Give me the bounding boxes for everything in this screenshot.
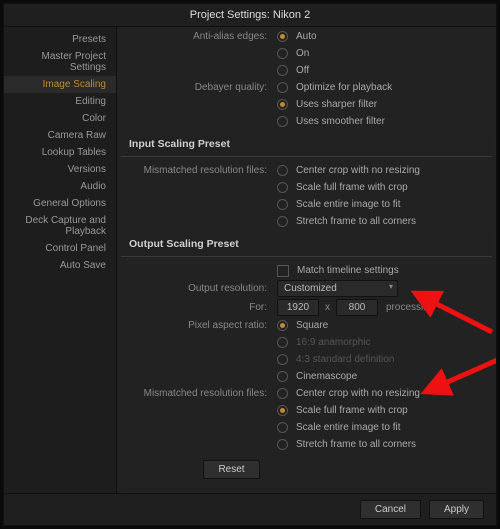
input-mismatch-option[interactable]: Center crop with no resizing bbox=[296, 165, 420, 176]
main-panel: Anti-alias edges: Auto On Off Debayer qu… bbox=[117, 27, 496, 493]
debayer-option[interactable]: Uses sharper filter bbox=[296, 99, 377, 110]
sidebar-item[interactable]: Lookup Tables bbox=[4, 144, 116, 161]
par-radio-3[interactable] bbox=[277, 371, 288, 382]
x-sep: x bbox=[323, 302, 332, 313]
output-mismatch-option[interactable]: Stretch frame to all corners bbox=[296, 439, 416, 450]
sidebar-item[interactable]: Color bbox=[4, 110, 116, 127]
par-radio-1 bbox=[277, 337, 288, 348]
for-label: For: bbox=[117, 302, 277, 313]
sidebar-item[interactable]: General Options bbox=[4, 195, 116, 212]
dialog-title: Project Settings: Nikon 2 bbox=[4, 4, 496, 27]
antialias-option[interactable]: On bbox=[296, 48, 309, 59]
input-mismatch-radio-0[interactable] bbox=[277, 165, 288, 176]
antialias-radio-auto[interactable] bbox=[277, 31, 288, 42]
debayer-radio-1[interactable] bbox=[277, 99, 288, 110]
proxy-scaling-heading: Proxy Image Scaling bbox=[121, 488, 492, 493]
output-mismatch-option[interactable]: Scale full frame with crop bbox=[296, 405, 408, 416]
input-mismatch-option[interactable]: Scale entire image to fit bbox=[296, 199, 401, 210]
output-mismatch-option[interactable]: Center crop with no resizing bbox=[296, 388, 420, 399]
output-mismatch-label: Mismatched resolution files: bbox=[117, 388, 277, 399]
debayer-option[interactable]: Uses smoother filter bbox=[296, 116, 385, 127]
input-mismatch-radio-1[interactable] bbox=[277, 182, 288, 193]
antialias-option[interactable]: Off bbox=[296, 65, 309, 76]
antialias-radio-off[interactable] bbox=[277, 65, 288, 76]
input-mismatch-option[interactable]: Stretch frame to all corners bbox=[296, 216, 416, 227]
antialias-option[interactable]: Auto bbox=[296, 31, 317, 42]
apply-button[interactable]: Apply bbox=[429, 500, 484, 519]
match-timeline-checkbox[interactable] bbox=[277, 265, 289, 277]
output-res-dropdown[interactable]: Customized bbox=[277, 280, 398, 297]
input-mismatch-label: Mismatched resolution files: bbox=[117, 165, 277, 176]
par-option: 16:9 anamorphic bbox=[296, 337, 371, 348]
sidebar-item[interactable]: Auto Save bbox=[4, 257, 116, 274]
input-scaling-heading: Input Scaling Preset bbox=[121, 132, 492, 157]
par-option: 4:3 standard definition bbox=[296, 354, 394, 365]
par-radio-0[interactable] bbox=[277, 320, 288, 331]
match-timeline-label[interactable]: Match timeline settings bbox=[297, 265, 399, 276]
for-height-input[interactable]: 800 bbox=[336, 299, 378, 316]
debayer-label: Debayer quality: bbox=[117, 82, 277, 93]
output-mismatch-radio-2[interactable] bbox=[277, 422, 288, 433]
antialias-label: Anti-alias edges: bbox=[117, 31, 277, 42]
sidebar-item[interactable]: Camera Raw bbox=[4, 127, 116, 144]
sidebar-item[interactable]: Deck Capture and Playback bbox=[4, 212, 116, 240]
output-mismatch-radio-1[interactable] bbox=[277, 405, 288, 416]
sidebar-item[interactable]: Control Panel bbox=[4, 240, 116, 257]
input-mismatch-option[interactable]: Scale full frame with crop bbox=[296, 182, 408, 193]
output-scaling-heading: Output Scaling Preset bbox=[121, 232, 492, 257]
par-option[interactable]: Cinemascope bbox=[296, 371, 357, 382]
debayer-option[interactable]: Optimize for playback bbox=[296, 82, 392, 93]
par-label: Pixel aspect ratio: bbox=[117, 320, 277, 331]
sidebar: PresetsMaster Project SettingsImage Scal… bbox=[4, 27, 117, 493]
sidebar-item[interactable]: Editing bbox=[4, 93, 116, 110]
input-mismatch-radio-3[interactable] bbox=[277, 216, 288, 227]
sidebar-item[interactable]: Presets bbox=[4, 31, 116, 48]
antialias-radio-on[interactable] bbox=[277, 48, 288, 59]
for-width-input[interactable]: 1920 bbox=[277, 299, 319, 316]
debayer-radio-0[interactable] bbox=[277, 82, 288, 93]
cancel-button[interactable]: Cancel bbox=[360, 500, 421, 519]
output-mismatch-radio-3[interactable] bbox=[277, 439, 288, 450]
for-suffix: processing bbox=[382, 302, 434, 313]
input-mismatch-radio-2[interactable] bbox=[277, 199, 288, 210]
par-radio-2 bbox=[277, 354, 288, 365]
sidebar-item[interactable]: Master Project Settings bbox=[4, 48, 116, 76]
output-mismatch-radio-0[interactable] bbox=[277, 388, 288, 399]
output-res-label: Output resolution: bbox=[117, 283, 277, 294]
sidebar-item[interactable]: Image Scaling bbox=[4, 76, 116, 93]
debayer-radio-2[interactable] bbox=[277, 116, 288, 127]
sidebar-item[interactable]: Audio bbox=[4, 178, 116, 195]
output-mismatch-option[interactable]: Scale entire image to fit bbox=[296, 422, 401, 433]
reset-button[interactable]: Reset bbox=[203, 460, 259, 479]
par-option[interactable]: Square bbox=[296, 320, 328, 331]
sidebar-item[interactable]: Versions bbox=[4, 161, 116, 178]
